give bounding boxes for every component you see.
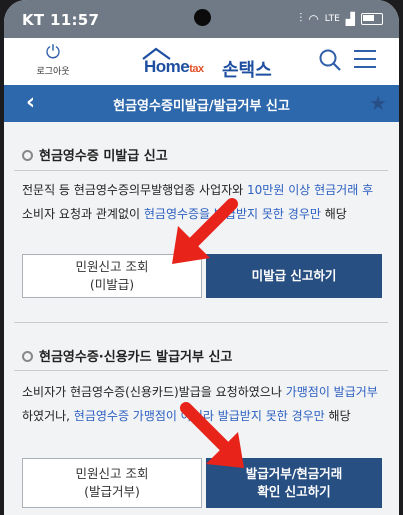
section-description-unissued: 전문직 등 현금영수증의무발행업종 사업자와 10만원 이상 현금거래 후 소비… [22,183,374,221]
logout-button[interactable]: ⏻ 로그아웃 [30,42,76,78]
vibrate-icon: ⫶ [299,11,303,25]
bullet-icon [22,351,33,362]
status-time: KT 11:57 [22,11,100,29]
menu-icon[interactable] [354,50,376,70]
app-header: ⏻ 로그아웃 Hometax 손택스 [4,38,399,85]
section-description-refusal: 소비자가 현금영수증(신용카드)발급을 요청하였으나 가맹점이 발급거부 하였거… [22,385,378,423]
divider [14,370,388,371]
report-unissued-button[interactable]: 미발급 신고하기 [206,254,382,298]
signal-icon: ▟ [345,11,355,26]
report-refusal-button[interactable]: 발급거부/현금거래 확인 신고하기 [206,458,382,508]
page-title: 현금영수증미발급/발급거부 신고 [113,99,290,114]
status-bar: KT 11:57 ⫶ ◠ LTE ▟ [4,0,399,38]
wifi-icon: ◠ [308,11,319,26]
battery-icon [361,12,383,25]
section-heading-unissued: 현금영수증 미발급 신고 [22,145,168,164]
divider [14,322,388,323]
star-icon[interactable]: ★ [369,91,387,115]
logo-korean-text: 손택스 [222,60,272,81]
divider [14,170,388,171]
title-bar: ‹ 현금영수증미발급/발급거부 신고 ★ [4,85,399,122]
section-heading-refusal: 현금영수증·신용카드 발급거부 신고 [22,346,232,365]
inquiry-unissued-button[interactable]: 민원신고 조회 (미발급) [22,254,202,298]
phone-screen: KT 11:57 ⫶ ◠ LTE ▟ ⏻ 로그아웃 Hometax 손택스 ‹ [4,0,399,515]
inquiry-refusal-button[interactable]: 민원신고 조회 (발급거부) [22,458,202,508]
logout-label: 로그아웃 [36,67,70,77]
search-icon[interactable] [318,48,342,72]
bullet-icon [22,150,33,161]
logo-home-text: Hometax [144,57,204,76]
power-icon: ⏻ [45,42,61,63]
status-icons: ⫶ ◠ LTE ▟ [299,11,383,26]
network-type: LTE [324,13,340,24]
camera-hole [194,9,211,26]
